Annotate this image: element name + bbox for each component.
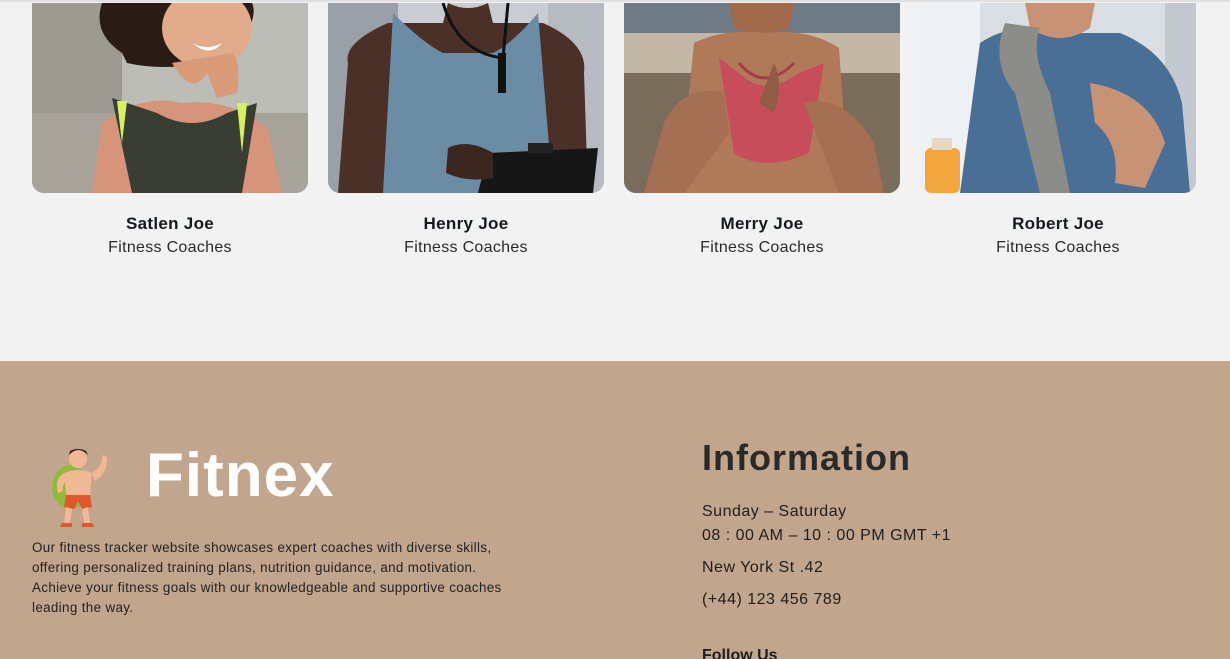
information-heading: Information [702, 437, 911, 478]
coaches-section: Satlen Joe Fitness Coaches Henry Joe Fit… [0, 0, 1230, 361]
coach-role: Fitness Coaches [996, 239, 1120, 256]
coach-role: Fitness Coaches [700, 239, 824, 256]
coach-photo[interactable] [32, 3, 308, 193]
coach-photo[interactable] [328, 3, 604, 193]
brand-name[interactable]: Fitnex [146, 445, 335, 507]
bodybuilder-logo-icon [52, 449, 108, 527]
opening-days: Sunday – Saturday [702, 503, 847, 520]
opening-hours: 08 : 00 AM – 10 : 00 PM GMT +1 [702, 527, 952, 544]
coach-photo-henry [328, 3, 604, 193]
coach-name: Robert Joe [1012, 214, 1104, 233]
coach-card-merry[interactable]: Merry Joe Fitness Coaches [624, 3, 900, 273]
site-footer: Fitnex Our fitness tracker website showc… [0, 361, 1230, 659]
coach-role: Fitness Coaches [404, 239, 528, 256]
coach-photo[interactable] [624, 3, 900, 193]
about-text: Our fitness tracker website showcases ex… [32, 540, 502, 615]
coach-card-satlen[interactable]: Satlen Joe Fitness Coaches [32, 3, 308, 273]
coach-name: Henry Joe [423, 214, 509, 233]
coach-photo[interactable] [920, 3, 1196, 193]
coach-card-henry[interactable]: Henry Joe Fitness Coaches [328, 3, 604, 273]
coach-photo-satlen [32, 3, 308, 193]
brand-logo-link[interactable] [50, 447, 112, 531]
coach-name: Satlen Joe [125, 214, 215, 233]
coach-role: Fitness Coaches [108, 239, 232, 256]
coach-name: Merry Joe [720, 214, 804, 233]
phone-number[interactable]: (+44) 123 456 789 [702, 591, 842, 609]
coach-photo-robert [920, 3, 1196, 193]
follow-us-heading: Follow Us [702, 647, 778, 659]
address: New York St .42 [702, 559, 824, 576]
coach-card-robert[interactable]: Robert Joe Fitness Coaches [920, 3, 1196, 273]
top-divider [0, 0, 1230, 2]
coach-photo-merry [624, 3, 900, 193]
